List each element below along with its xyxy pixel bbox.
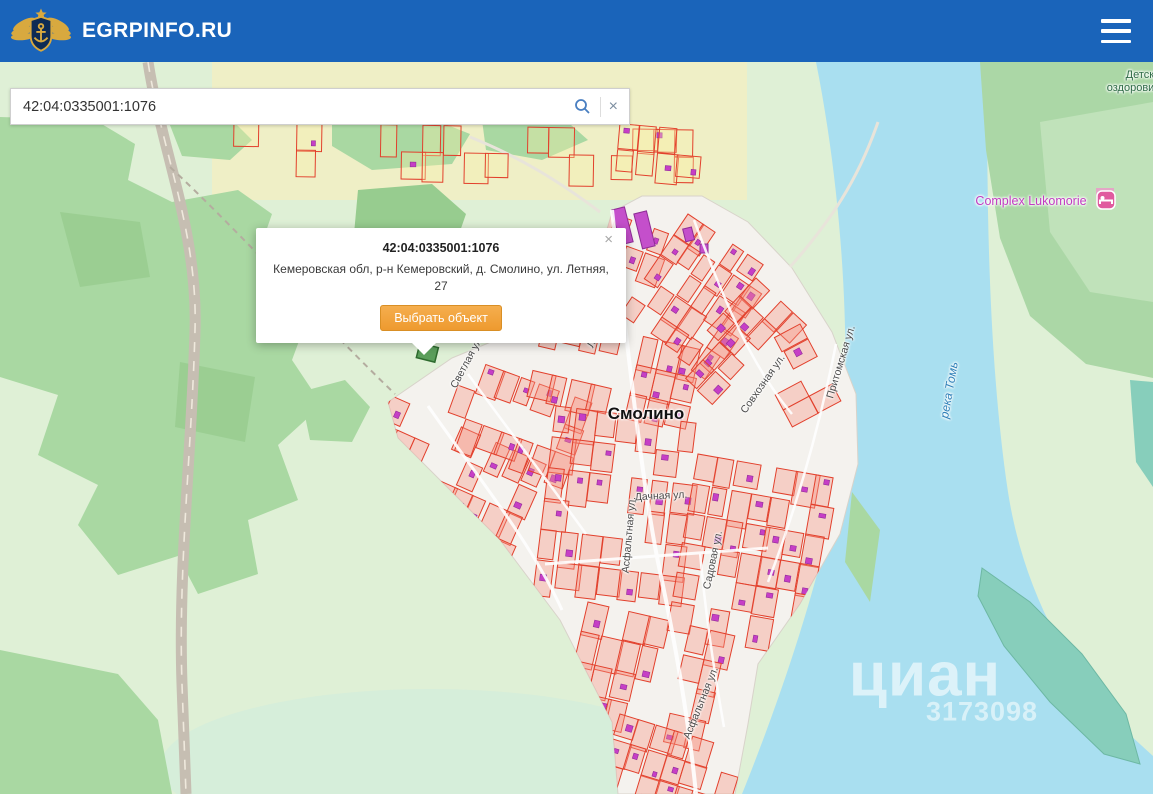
menu-button[interactable] bbox=[1101, 19, 1131, 43]
map-image bbox=[0, 62, 1153, 794]
search-icon bbox=[574, 99, 590, 114]
search-button[interactable] bbox=[565, 98, 600, 115]
resort-poi-icon[interactable] bbox=[1096, 190, 1116, 210]
brand-title: EGRPINFO.RU bbox=[82, 19, 233, 42]
popup-tail bbox=[412, 342, 436, 355]
hamburger-icon bbox=[1101, 19, 1131, 23]
select-object-button[interactable]: Выбрать объект bbox=[380, 304, 502, 331]
map-canvas[interactable]: Смолинорека ТомьComplex LukomorieДетский… bbox=[0, 62, 1153, 794]
clear-search-button[interactable]: × bbox=[601, 98, 629, 116]
popup-cadastral-number: 42:04:0335001:1076 bbox=[382, 241, 500, 255]
popup-address: Кемеровская обл, р-н Кемеровский, д. Смо… bbox=[273, 262, 609, 293]
app-header: EGRPINFO.RU bbox=[0, 0, 1153, 62]
search-input[interactable] bbox=[11, 98, 565, 115]
object-popup: × 42:04:0335001:1076 Кемеровская обл, р-… bbox=[256, 228, 626, 355]
egrpinfo-logo-icon bbox=[10, 8, 72, 52]
popup-close-button[interactable]: × bbox=[598, 231, 619, 248]
search-bar: × bbox=[10, 88, 630, 125]
